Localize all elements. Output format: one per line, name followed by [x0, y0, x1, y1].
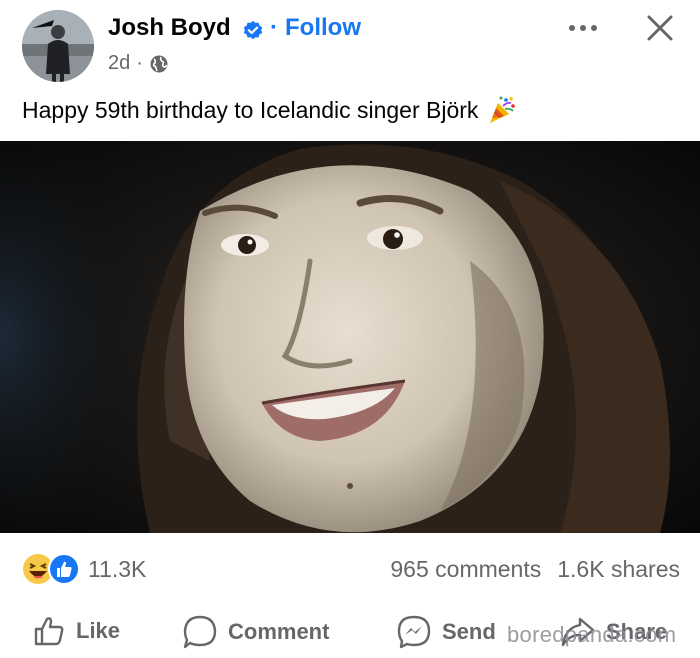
send-button[interactable]: Send [396, 614, 496, 650]
comment-button[interactable]: Comment [182, 614, 329, 650]
globe-icon [150, 55, 168, 72]
send-label: Send [442, 619, 496, 644]
like-button[interactable]: Like [32, 614, 120, 648]
follow-button[interactable]: Follow [285, 14, 361, 42]
author-name[interactable]: Josh Boyd [108, 14, 231, 42]
comment-icon [183, 615, 217, 649]
header-separator: · [270, 14, 278, 41]
close-icon[interactable] [644, 12, 676, 44]
caption-text: Happy 59th birthday to Icelandic singer … [22, 96, 479, 123]
like-label: Like [76, 618, 121, 643]
comment-label: Comment [228, 619, 330, 644]
more-options-icon[interactable] [566, 14, 600, 42]
watermark: boredpanda.com [507, 622, 677, 647]
action-bar: Like Comment Send Share boredpanda.com [0, 600, 700, 658]
engagement-stats: 965 comments 1.6K shares [390, 556, 680, 583]
post-caption: Happy 59th birthday to Icelandic singer … [22, 94, 518, 126]
time-separator: · [136, 52, 143, 74]
thumbs-up-icon [34, 617, 64, 646]
post-time[interactable]: 2d [108, 52, 130, 75]
shares-count[interactable]: 1.6K shares [557, 556, 680, 583]
author-avatar[interactable] [22, 10, 94, 82]
reaction-count[interactable]: 11.3K [88, 556, 146, 583]
like-reaction-icon [48, 553, 80, 585]
reaction-icons[interactable] [22, 553, 80, 585]
post-meta: 2d · [108, 52, 169, 75]
post-photo[interactable] [0, 141, 700, 533]
party-popper-icon [490, 96, 516, 123]
verified-badge-icon [243, 20, 263, 40]
comments-count[interactable]: 965 comments [390, 556, 541, 583]
messenger-icon [397, 615, 431, 649]
